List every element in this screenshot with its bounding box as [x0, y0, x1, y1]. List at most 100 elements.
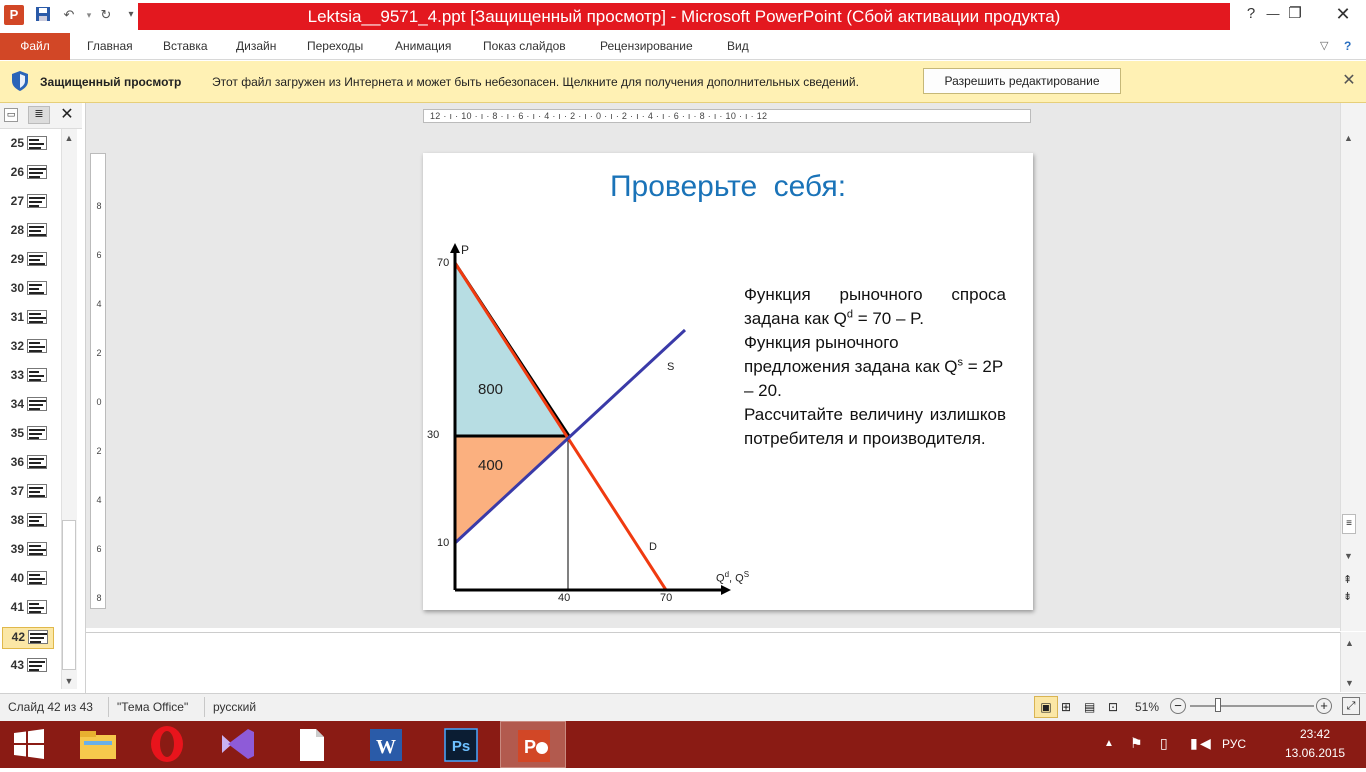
slide-thumbnail-preview [27, 542, 47, 556]
slide-thumbnail[interactable]: 38 [2, 511, 54, 533]
scroll-down-icon[interactable]: ▼ [1345, 678, 1354, 688]
y-tick-10: 10 [437, 537, 450, 549]
tab-home[interactable]: Главная [87, 33, 133, 60]
zoom-slider-thumb[interactable] [1215, 698, 1222, 712]
slide-thumbnail[interactable]: 28 [2, 221, 54, 243]
keyboard-language[interactable]: РУС [1222, 737, 1246, 751]
slide-thumbnail-preview [27, 310, 47, 324]
tab-file[interactable]: Файл [0, 33, 70, 60]
show-hidden-icons-icon[interactable]: ▲ [1104, 738, 1114, 749]
slide-thumbnail[interactable]: 30 [2, 279, 54, 301]
slide-canvas[interactable]: Проверьте себя: P 70 30 10 40 70 S D Qd,… [423, 153, 1033, 610]
task-text[interactable]: Функция рыночного спроса задана как Qd =… [744, 283, 1006, 451]
word-taskbar-button[interactable]: W [352, 721, 418, 768]
scroll-up-icon[interactable]: ▲ [1344, 133, 1353, 143]
slideshow-view-icon[interactable]: ⊡ [1108, 700, 1118, 714]
slide-thumbnail[interactable]: 32 [2, 337, 54, 359]
action-center-flag-icon[interactable]: ⚑ [1130, 735, 1143, 752]
collapse-ribbon-icon[interactable]: ▽ [1320, 33, 1328, 60]
ruler-number: 4 [96, 299, 102, 309]
tab-animation[interactable]: Анимация [395, 33, 451, 60]
outline-tab-icon[interactable]: ≣ [28, 106, 50, 124]
tab-transitions[interactable]: Переходы [307, 33, 363, 60]
opera-taskbar-button[interactable] [134, 721, 200, 768]
slide-thumbnail[interactable]: 29 [2, 250, 54, 272]
slide-thumbnail-preview [27, 339, 47, 353]
demand-label: D [649, 541, 657, 553]
document-taskbar-button[interactable] [278, 721, 344, 768]
slide-thumbnail[interactable]: 33 [2, 366, 54, 388]
scroll-up-icon[interactable]: ▲ [1345, 638, 1354, 648]
tab-review[interactable]: Рецензирование [600, 33, 693, 60]
windows-start-icon[interactable] [14, 729, 44, 762]
zoom-in-icon[interactable]: + [1316, 698, 1332, 714]
redo-icon[interactable]: ↻ [97, 6, 115, 24]
powerpoint-app-icon[interactable]: P [4, 5, 24, 25]
slide-thumbnail-number: 43 [10, 658, 24, 672]
scroll-down-icon[interactable]: ▼ [1344, 551, 1353, 561]
slide-thumbnail[interactable]: 35 [2, 424, 54, 446]
close-pane-icon[interactable]: ✕ [58, 104, 76, 126]
slide-thumbnail[interactable]: 26 [2, 163, 54, 185]
save-icon[interactable] [34, 6, 52, 24]
status-divider [108, 697, 109, 717]
slide-thumbnail[interactable]: 36 [2, 453, 54, 475]
language-indicator[interactable]: русский [213, 700, 256, 714]
slide-thumbnail[interactable]: 27 [2, 192, 54, 214]
slide-thumbnail-preview [27, 600, 47, 614]
undo-icon[interactable]: ↶ [60, 6, 78, 24]
explorer-taskbar-button[interactable] [64, 721, 130, 768]
next-slide-icon[interactable]: ⇟ [1343, 590, 1352, 603]
network-icon[interactable]: ▮ [1190, 735, 1198, 752]
previous-slide-icon[interactable]: ⇞ [1343, 573, 1352, 586]
close-icon[interactable]: ✕ [1340, 72, 1358, 90]
notes-pane[interactable] [86, 632, 1340, 692]
theme-name[interactable]: "Тема Office" [117, 700, 188, 714]
slide-thumbnail[interactable]: 37 [2, 482, 54, 504]
slides-scroll-thumb[interactable] [62, 520, 76, 670]
volume-icon[interactable]: ◀ [1200, 735, 1211, 752]
ruler-number: 2 [96, 446, 102, 456]
zoom-out-icon[interactable]: − [1170, 698, 1186, 714]
photoshop-taskbar-button[interactable]: Ps [428, 721, 494, 768]
zoom-slider-track[interactable] [1190, 705, 1314, 707]
editor-scroll-thumb[interactable]: ≡ [1342, 514, 1356, 534]
tab-view[interactable]: Вид [727, 33, 749, 60]
tab-slideshow[interactable]: Показ слайдов [483, 33, 566, 60]
slide-thumbnail[interactable]: 40 [2, 569, 54, 591]
power-icon[interactable]: ▯ [1160, 735, 1168, 752]
notes-scrollbar[interactable]: ▲ ▼ [1340, 632, 1366, 692]
x-tick-40: 40 [558, 592, 571, 604]
slide-sorter-icon[interactable]: ⊞ [1061, 700, 1071, 714]
close-button[interactable]: ✕ [1324, 2, 1362, 26]
slide-thumbnail[interactable]: 42 [2, 627, 54, 649]
y-tick-30: 30 [427, 429, 440, 441]
slides-tab-icon[interactable]: ▭ [4, 108, 18, 122]
scroll-down-icon[interactable]: ▼ [63, 676, 75, 688]
slide-thumbnail[interactable]: 31 [2, 308, 54, 330]
slide-thumbnail[interactable]: 41 [2, 598, 54, 620]
undo-dropdown-icon[interactable]: ▾ [80, 6, 98, 24]
tab-insert[interactable]: Вставка [163, 33, 208, 60]
slide-thumbnail[interactable]: 34 [2, 395, 54, 417]
slide-thumbnail[interactable]: 25 [2, 134, 54, 156]
slide-thumbnail-preview [27, 455, 47, 469]
visual-studio-taskbar-button[interactable] [204, 721, 270, 768]
normal-view-icon[interactable]: ▣ [1034, 696, 1058, 718]
protected-view-title: Защищенный просмотр [40, 75, 182, 89]
slide-thumbnail-number: 26 [10, 165, 24, 179]
tab-design[interactable]: Дизайн [236, 33, 276, 60]
restore-button[interactable]: ❐ [1276, 2, 1314, 26]
scroll-up-icon[interactable]: ▲ [63, 133, 75, 145]
slide-thumbnail[interactable]: 43 [2, 656, 54, 678]
fit-to-window-icon[interactable]: ⤢ [1342, 697, 1360, 715]
system-clock[interactable]: 23:42 13.06.2015 [1270, 725, 1360, 763]
powerpoint-taskbar-button[interactable]: P [500, 721, 566, 768]
svg-text:W: W [376, 736, 396, 758]
zoom-level[interactable]: 51% [1135, 700, 1159, 714]
help-circle-icon[interactable]: ? [1344, 33, 1351, 60]
reading-view-icon[interactable]: ▤ [1084, 700, 1095, 714]
protected-view-message[interactable]: Этот файл загружен из Интернета и может … [212, 75, 859, 89]
enable-editing-button[interactable]: Разрешить редактирование [923, 68, 1121, 94]
slide-thumbnail[interactable]: 39 [2, 540, 54, 562]
